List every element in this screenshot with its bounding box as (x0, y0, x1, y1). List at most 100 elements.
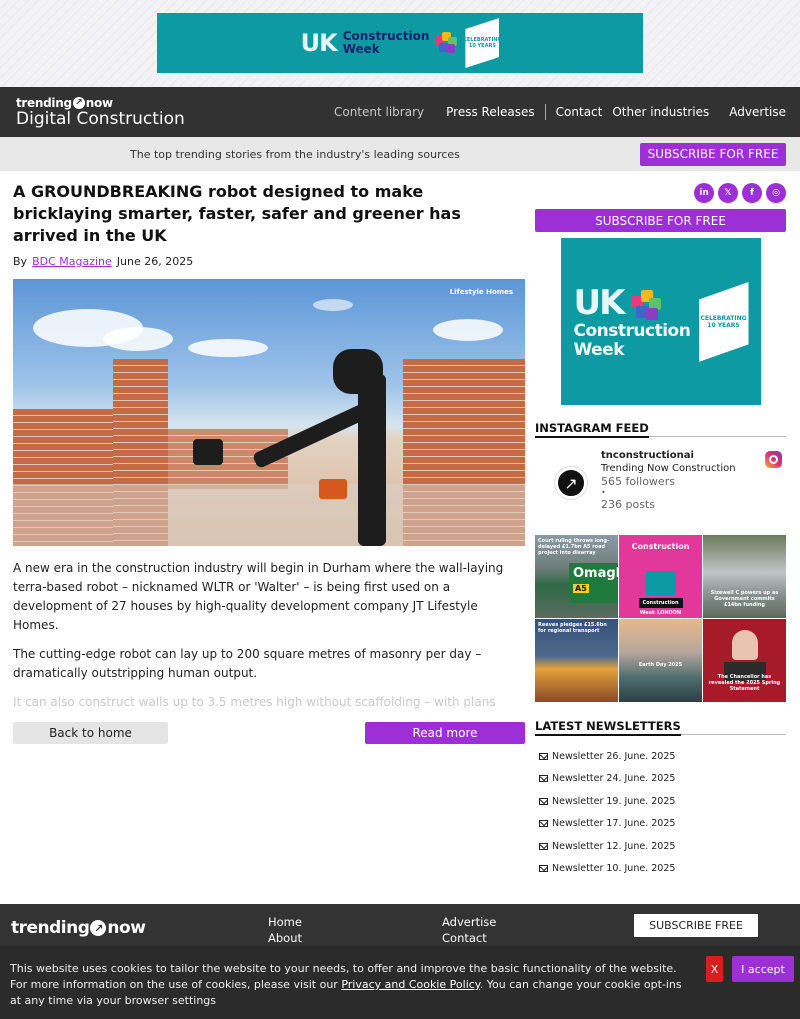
newsletter-list: Newsletter 26. June. 2025 Newsletter 24.… (535, 745, 786, 880)
byline-by: By (13, 255, 28, 268)
nav-content-library[interactable]: Content library (324, 105, 434, 119)
sidebar: in 𝕏 f ◎ SUBSCRIBE FOR FREE UK Construct… (535, 171, 786, 880)
ad-line2: Week (342, 42, 380, 56)
list-item[interactable]: Newsletter 19. June. 2025 (535, 790, 786, 813)
top-advert-banner[interactable]: UK Construction Week CELEBRATING 10 YEAR… (157, 13, 643, 73)
footer-link-advertise[interactable]: Advertise (442, 914, 496, 930)
instagram-profile[interactable]: ↗ tnconstructionai Trending Now Construc… (535, 447, 786, 523)
ten-years-flag: CELEBRATING 10 YEARS (698, 282, 749, 362)
side-ad-line2: Week (573, 340, 625, 360)
side-ad-words: Construction Week (574, 322, 691, 360)
footer-links-col2: Advertise Contact (442, 914, 496, 946)
list-item[interactable]: Newsletter 12. June. 2025 (535, 835, 786, 858)
instagram-dot: • (601, 488, 606, 497)
cube-icon (630, 290, 661, 320)
subscribe-button-sidebar[interactable]: SUBSCRIBE FOR FREE (535, 209, 786, 232)
main-nav: Content library Press Releases Contact O… (324, 104, 786, 120)
site-title: Digital Construction (16, 108, 185, 129)
arrow-logo-icon: ↗ (90, 920, 107, 936)
image-watermark: Lifestyle Homes (449, 288, 513, 296)
mail-icon (539, 842, 548, 850)
article-body: A new era in the construction industry w… (13, 559, 525, 712)
x-twitter-icon[interactable]: 𝕏 (718, 183, 738, 203)
top-banner-area: UK Construction Week CELEBRATING 10 YEAR… (0, 0, 800, 87)
instagram-grid: Court ruling throws long-delayed £1.7bn … (535, 535, 786, 702)
article-headline: A GROUNDBREAKING robot designed to make … (13, 182, 461, 245)
cookie-text: This website uses cookies to tailor the … (10, 962, 682, 1007)
mail-icon (539, 797, 548, 805)
social-links: in 𝕏 f ◎ (535, 183, 786, 203)
mail-icon (539, 775, 548, 783)
tagline-bar: The top trending stories from the indust… (0, 137, 800, 171)
latest-newsletters-heading: LATEST NEWSLETTERS (535, 719, 786, 736)
list-item[interactable]: Newsletter 10. June. 2025 (535, 858, 786, 881)
footer-link-home[interactable]: Home (268, 914, 302, 930)
nav-advertise[interactable]: Advertise (719, 105, 786, 119)
footer-links-col1: Home About (268, 914, 302, 946)
instagram-post[interactable]: Construction Construction Week LONDON (619, 535, 702, 618)
footer-logo[interactable]: trending ↗ now (11, 918, 146, 938)
instagram-post[interactable]: Reeves pledges £15.6bn for regional tran… (535, 619, 618, 702)
mail-icon (539, 865, 548, 873)
list-item[interactable]: Newsletter 17. June. 2025 (535, 813, 786, 836)
side-ad-badge: CELEBRATING 10 YEARS (700, 315, 747, 329)
instagram-post[interactable]: The Chancellor has revealed the 2025 Spr… (703, 619, 786, 702)
trending-now-logo: trending ↗ now (16, 96, 185, 110)
nav-other-industries[interactable]: Other industries (612, 105, 719, 119)
article-paragraph: A new era in the construction industry w… (13, 561, 504, 632)
arrow-logo-icon: ↗ (72, 96, 85, 109)
instagram-post[interactable]: Earth Day 2025 (619, 619, 702, 702)
article-byline: By BDC Magazine June 26, 2025 (13, 255, 525, 268)
linkedin-icon[interactable]: in (694, 183, 714, 203)
side-ad-line1: Construction (573, 321, 691, 341)
ten-years-flag: CELEBRATING 10 YEARS (463, 18, 502, 68)
mail-icon (539, 820, 548, 828)
sidebar-advert[interactable]: UK Construction Week CELEBRATING 10 YEAR… (560, 238, 761, 405)
side-ad-uk: UK (573, 283, 626, 323)
article-paragraph-faded: It can also construct walls up to 3.5 me… (13, 695, 496, 709)
list-item[interactable]: Newsletter 26. June. 2025 (535, 745, 786, 768)
site-header: trending ↗ now Digital Construction Cont… (0, 87, 800, 137)
cookie-reject-button[interactable]: X (706, 956, 723, 982)
avatar: ↗ (555, 467, 587, 499)
article: A GROUNDBREAKING robot designed to make … (13, 171, 525, 880)
site-brand[interactable]: trending ↗ now Digital Construction (16, 96, 185, 129)
article-hero-image: Lifestyle Homes (13, 279, 525, 546)
logo-trending-text: trending (16, 95, 72, 110)
read-more-button[interactable]: Read more (365, 722, 525, 744)
nav-press-releases[interactable]: Press Releases (436, 105, 545, 119)
cube-icon (435, 32, 458, 54)
article-actions: Back to home Read more (13, 722, 525, 744)
footer-link-about[interactable]: About (268, 930, 302, 946)
footer-subscribe-button[interactable]: SUBSCRIBE FREE (634, 914, 758, 937)
facebook-icon[interactable]: f (742, 183, 762, 203)
footer-link-contact[interactable]: Contact (442, 930, 496, 946)
instagram-profile-info: tnconstructionai Trending Now Constructi… (601, 449, 736, 523)
instagram-post[interactable]: Sizewell C powers up as Government commi… (703, 535, 786, 618)
mail-icon (539, 752, 548, 760)
article-date: June 26, 2025 (116, 255, 194, 268)
list-item[interactable]: Newsletter 24. June. 2025 (535, 768, 786, 791)
cookie-accept-button[interactable]: I accept (732, 956, 794, 982)
uk-construction-week-logo: UK Construction Week (301, 29, 458, 57)
logo-now-text: now (85, 95, 113, 110)
privacy-policy-link[interactable]: Privacy and Cookie Policy (341, 978, 479, 991)
back-to-home-button[interactable]: Back to home (13, 722, 168, 744)
subscribe-button-top[interactable]: SUBSCRIBE FOR FREE (640, 142, 786, 166)
tagline-text: The top trending stories from the indust… (130, 147, 460, 161)
cookie-banner: This website uses cookies to tailor the … (0, 946, 800, 1019)
instagram-feed-heading: INSTAGRAM FEED (535, 421, 786, 438)
instagram-username: tnconstructionai (601, 450, 694, 461)
nav-contact[interactable]: Contact (546, 105, 613, 119)
ad-uk-text: UK (300, 29, 338, 57)
instagram-post[interactable]: Court ruling throws long-delayed £1.7bn … (535, 535, 618, 618)
instagram-logo-icon[interactable] (765, 451, 782, 468)
main-content: A GROUNDBREAKING robot designed to make … (0, 171, 800, 880)
author-link[interactable]: BDC Magazine (32, 255, 112, 268)
instagram-followers: 565 followers (601, 475, 675, 488)
article-paragraph: The cutting-edge robot can lay up to 200… (13, 647, 482, 680)
instagram-posts: 236 posts (601, 498, 655, 511)
instagram-name: Trending Now Construction (601, 463, 736, 474)
instagram-icon[interactable]: ◎ (766, 183, 786, 203)
ad-badge-text: CELEBRATING 10 YEARS (463, 37, 502, 49)
